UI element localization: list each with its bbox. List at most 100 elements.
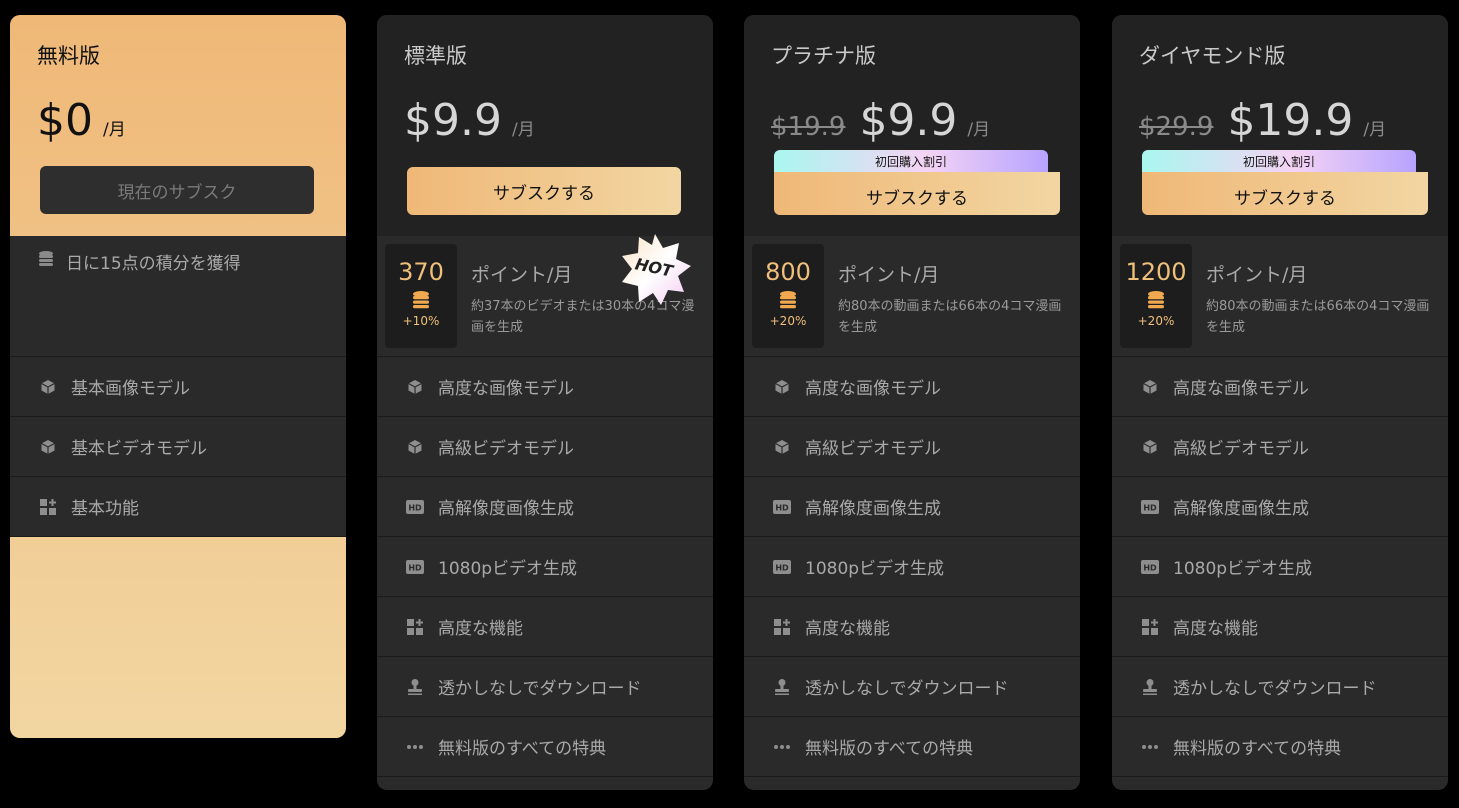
cube-icon [771,439,793,455]
plan-card-platinum: プラチナ版 $19.9 $9.9 /月 初回購入割引 サブスクする 800 +2… [744,15,1080,790]
price-row: $29.9 $19.9 /月 [1139,95,1386,146]
price-row: $0 /月 [37,95,126,146]
original-price: $19.9 [771,112,846,142]
grid-plus-icon [771,618,793,636]
credit-amount: 370 [398,258,444,286]
feature-item: 高度な画像モデル [377,357,713,417]
credit-row: 日に15点の積分を獲得 [10,236,346,357]
feature-item: 高度な画像モデル [744,357,1080,417]
cube-icon [404,379,426,395]
stamp-icon [404,678,426,696]
svg-text:HD: HD [1143,563,1157,572]
subscribe-button[interactable]: サブスクする [407,167,681,215]
price-period: /月 [511,120,535,140]
cube-icon [771,379,793,395]
hd-icon: HD [771,559,793,575]
feature-item: 無料版のすべての特典 [377,717,713,777]
price-row: $9.9 /月 [404,95,535,146]
subscribe-button[interactable]: サブスクする [774,172,1060,215]
plan-header: プラチナ版 $19.9 $9.9 /月 初回購入割引 サブスクする [744,15,1080,236]
feature-label: 高解像度画像生成 [805,499,941,519]
feature-item: HD 1080pビデオ生成 [1112,537,1448,597]
hd-icon: HD [404,499,426,515]
feature-label: 1080pビデオ生成 [805,559,945,579]
credit-box: 370 +10% [385,244,457,348]
credit-title: ポイント/月 [838,264,940,286]
plan-title: 標準版 [404,44,467,68]
feature-label: 基本功能 [71,499,139,519]
feature-label: 高度な画像モデル [438,379,574,399]
feature-item: 高度な機能 [744,597,1080,657]
cube-icon [37,439,59,455]
credit-title: ポイント/月 [1206,264,1308,286]
feature-item: 高度な機能 [377,597,713,657]
feature-item: HD 高解像度画像生成 [377,477,713,537]
svg-text:HD: HD [408,503,422,512]
hd-icon: HD [1139,559,1161,575]
cube-icon [1139,379,1161,395]
cube-icon [1139,439,1161,455]
feature-item: HD 高解像度画像生成 [744,477,1080,537]
credit-box: 800 +20% [752,244,824,348]
more-dots-icon [1139,744,1161,750]
stamp-icon [771,678,793,696]
price: $9.9 [404,95,502,146]
credit-row: 370 +10% ポイント/月 約37本のビデオまたは30本の4コマ漫画を生成 … [377,234,713,357]
feature-item: HD 1080pビデオ生成 [744,537,1080,597]
credit-row: 1200 +20% ポイント/月 約80本の動画または66本の4コマ漫画を生成 [1112,236,1448,357]
feature-label: 透かしなしでダウンロード [438,679,642,699]
feature-label: 高度な機能 [805,619,890,639]
feature-label: 透かしなしでダウンロード [805,679,1009,699]
credit-box: 1200 +20% [1120,244,1192,348]
feature-item: 高度な機能 [1112,597,1448,657]
grid-plus-icon [1139,618,1161,636]
coins-icon [1145,290,1167,314]
price-period: /月 [967,120,991,140]
price-period: /月 [103,120,126,140]
feature-item: 高級ビデオモデル [377,417,713,477]
original-price: $29.9 [1139,112,1214,142]
cube-icon [37,379,59,395]
credit-title: ポイント/月 [471,264,573,286]
subscribe-button[interactable]: サブスクする [1142,172,1428,215]
feature-label: 高度な画像モデル [805,379,941,399]
svg-text:HD: HD [408,563,422,572]
feature-item: HD 1080pビデオ生成 [377,537,713,597]
stamp-icon [1139,678,1161,696]
feature-item: 透かしなしでダウンロード [377,657,713,717]
first-purchase-discount-badge: 初回購入割引 [774,150,1048,174]
more-dots-icon [404,744,426,750]
feature-label: 無料版のすべての特典 [438,739,607,759]
grid-plus-icon [37,498,59,516]
cube-icon [404,439,426,455]
current-subscription-button[interactable]: 現在のサブスク [40,166,314,214]
credit-description: 約80本の動画または66本の4コマ漫画を生成 [1206,299,1430,335]
bonus-percent: +10% [402,314,440,328]
feature-label: 無料版のすべての特典 [805,739,974,759]
feature-item: 基本画像モデル [10,357,346,417]
price: $9.9 [859,95,958,146]
first-purchase-discount-badge: 初回購入割引 [1142,150,1416,174]
credit-text: 日に15点の積分を獲得 [66,254,241,274]
feature-item: 透かしなしでダウンロード [744,657,1080,717]
feature-label: 基本ビデオモデル [71,439,207,459]
feature-item: 高級ビデオモデル [1112,417,1448,477]
feature-item: 基本ビデオモデル [10,417,346,477]
hd-icon: HD [771,499,793,515]
more-dots-icon [771,744,793,750]
svg-text:HD: HD [1143,503,1157,512]
feature-item: 基本功能 [10,477,346,537]
feature-item: 高度な画像モデル [1112,357,1448,417]
credit-description: 約80本の動画または66本の4コマ漫画を生成 [838,299,1062,335]
feature-item: HD 高解像度画像生成 [1112,477,1448,537]
feature-label: 無料版のすべての特典 [1173,739,1342,759]
hd-icon: HD [404,559,426,575]
svg-text:HD: HD [775,503,789,512]
bonus-percent: +20% [769,314,807,328]
feature-label: 高度な機能 [438,619,523,639]
credit-row: 800 +20% ポイント/月 約80本の動画または66本の4コマ漫画を生成 [744,236,1080,357]
plan-header: ダイヤモンド版 $29.9 $19.9 /月 初回購入割引 サブスクする [1112,15,1448,236]
feature-label: 高解像度画像生成 [438,499,574,519]
feature-label: 高級ビデオモデル [805,439,941,459]
feature-item: 無料版のすべての特典 [744,717,1080,777]
